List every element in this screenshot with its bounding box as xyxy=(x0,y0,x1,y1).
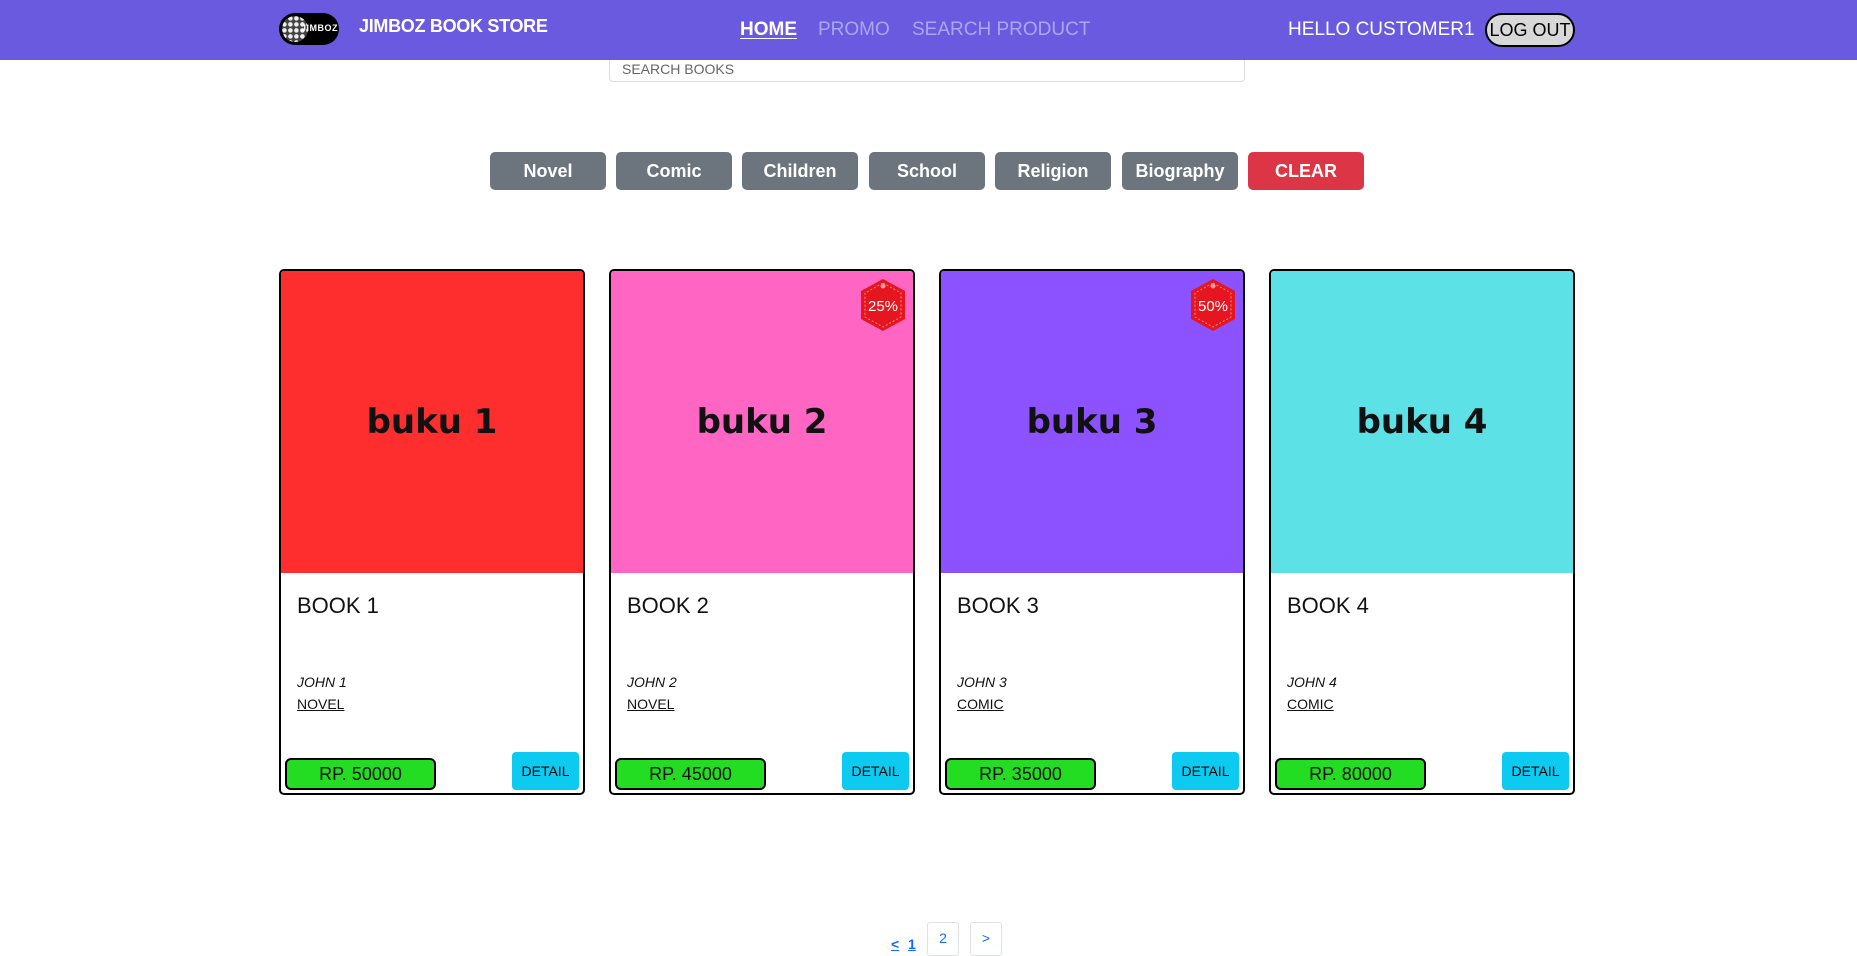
detail-button[interactable]: DETAIL xyxy=(1502,752,1569,790)
detail-button[interactable]: DETAIL xyxy=(512,752,579,790)
navbar: JIMBOZ JIMBOZ BOOK STORE HOME PROMO SEAR… xyxy=(0,0,1857,60)
book-title: BOOK 4 xyxy=(1287,593,1369,618)
price-badge: RP. 45000 xyxy=(615,758,766,790)
book-card-2: buku 2 25% BOOK 2 JOHN 2 NOVEL RP. 45000… xyxy=(609,269,915,795)
book-card-1: buku 1 BOOK 1 JOHN 1 NOVEL RP. 50000 DET… xyxy=(279,269,585,795)
filter-comic-button[interactable]: Comic xyxy=(616,152,732,190)
pagination-next-link[interactable]: > xyxy=(970,922,1002,956)
book-cover-4[interactable]: buku 4 xyxy=(1271,271,1573,573)
filter-school-button[interactable]: School xyxy=(869,152,985,190)
book-category-link[interactable]: NOVEL xyxy=(627,696,674,712)
book-cover-1[interactable]: buku 1 xyxy=(281,271,583,573)
nav-link-home[interactable]: HOME xyxy=(740,19,797,41)
pagination-page-2[interactable]: 2 xyxy=(927,922,959,956)
book-author: JOHN 1 xyxy=(297,674,347,690)
discount-badge: 50% xyxy=(1187,277,1239,333)
detail-button[interactable]: DETAIL xyxy=(1172,752,1239,790)
store-logo[interactable]: JIMBOZ xyxy=(279,13,339,45)
book-category-link[interactable]: COMIC xyxy=(957,696,1004,712)
detail-button[interactable]: DETAIL xyxy=(842,752,909,790)
book-title: BOOK 1 xyxy=(297,593,379,618)
book-category-link[interactable]: NOVEL xyxy=(297,696,344,712)
discount-percent: 25% xyxy=(867,298,899,315)
filter-biography-button[interactable]: Biography xyxy=(1122,152,1238,190)
brand-name[interactable]: JIMBOZ BOOK STORE xyxy=(359,16,548,37)
cover-text: buku 4 xyxy=(1356,402,1488,442)
logo-text: JIMBOZ xyxy=(301,23,339,33)
filter-children-button[interactable]: Children xyxy=(742,152,858,190)
filter-religion-button[interactable]: Religion xyxy=(995,152,1111,190)
book-author: JOHN 2 xyxy=(627,674,677,690)
cover-text: buku 1 xyxy=(366,402,498,442)
book-category-link[interactable]: COMIC xyxy=(1287,696,1334,712)
pagination-prev-link[interactable]: < xyxy=(891,936,899,952)
book-title: BOOK 3 xyxy=(957,593,1039,618)
nav-link-promo[interactable]: PROMO xyxy=(818,19,890,41)
book-author: JOHN 4 xyxy=(1287,674,1337,690)
book-card-4: buku 4 BOOK 4 JOHN 4 COMIC RP. 80000 DET… xyxy=(1269,269,1575,795)
discount-percent: 50% xyxy=(1197,298,1229,315)
book-author: JOHN 3 xyxy=(957,674,1007,690)
price-badge: RP. 50000 xyxy=(285,758,436,790)
price-badge: RP. 35000 xyxy=(945,758,1096,790)
price-badge: RP. 80000 xyxy=(1275,758,1426,790)
book-title: BOOK 2 xyxy=(627,593,709,618)
nav-link-search-product[interactable]: SEARCH PRODUCT xyxy=(912,19,1090,41)
pagination-page-1[interactable]: 1 xyxy=(908,936,916,952)
book-card-3: buku 3 50% BOOK 3 JOHN 3 COMIC RP. 35000… xyxy=(939,269,1245,795)
user-greeting: HELLO CUSTOMER1 xyxy=(1288,19,1475,40)
filter-novel-button[interactable]: Novel xyxy=(490,152,606,190)
cover-text: buku 3 xyxy=(1026,402,1158,442)
discount-badge: 25% xyxy=(857,277,909,333)
clear-filter-button[interactable]: CLEAR xyxy=(1248,152,1364,190)
cover-text: buku 2 xyxy=(696,402,828,442)
pagination: < 1 2 > xyxy=(0,922,1857,956)
logout-button[interactable]: LOG OUT xyxy=(1485,13,1575,47)
